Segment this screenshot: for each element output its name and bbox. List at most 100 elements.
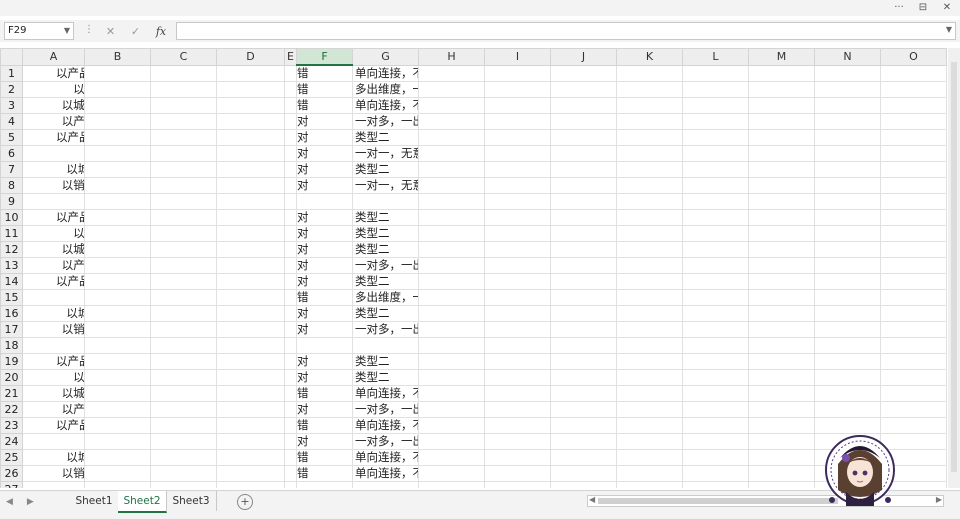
cell[interactable] <box>84 241 151 258</box>
sheet-tab-sheet2[interactable]: Sheet2 <box>118 491 167 513</box>
cell-result[interactable]: 对 <box>296 145 353 162</box>
cell[interactable] <box>550 81 617 98</box>
cell[interactable] <box>418 417 485 434</box>
next-sheet-icon[interactable]: ▶ <box>27 497 34 507</box>
column-header-o[interactable]: O <box>880 48 947 66</box>
cell[interactable] <box>84 289 151 306</box>
cell[interactable] <box>418 369 485 386</box>
cell[interactable] <box>814 145 881 162</box>
cell[interactable] <box>216 129 285 146</box>
cell[interactable] <box>880 417 947 434</box>
cell[interactable] <box>880 337 947 354</box>
cell[interactable] <box>484 417 551 434</box>
cell[interactable] <box>748 81 815 98</box>
cell[interactable] <box>418 433 485 450</box>
cell-note[interactable]: 类型二 <box>352 353 419 370</box>
row-header[interactable]: 13 <box>0 257 23 274</box>
row-header[interactable]: 3 <box>0 97 23 114</box>
cell[interactable] <box>748 129 815 146</box>
cell[interactable] <box>150 81 217 98</box>
cell[interactable] <box>616 241 683 258</box>
cell[interactable] <box>84 321 151 338</box>
cell[interactable] <box>484 385 551 402</box>
cell[interactable] <box>682 81 749 98</box>
cell-result[interactable]: 对 <box>296 177 353 194</box>
horizontal-scroll-thumb[interactable] <box>598 498 838 504</box>
cell-note[interactable]: 一对多，一出维度，多出度量 <box>352 113 419 130</box>
cell-description[interactable]: 以城市名为维度，对产品编号进行计数汇总 <box>22 241 85 258</box>
cell[interactable] <box>216 321 285 338</box>
cell-note[interactable]: 一对多，一出维度，多出度量 <box>352 433 419 450</box>
row-header[interactable]: 11 <box>0 225 23 242</box>
cell[interactable] <box>550 209 617 226</box>
cell[interactable] <box>550 321 617 338</box>
cell[interactable] <box>550 113 617 130</box>
cell[interactable] <box>216 305 285 322</box>
cell[interactable] <box>284 145 297 162</box>
cell[interactable] <box>484 64 551 82</box>
cell[interactable] <box>682 321 749 338</box>
cell[interactable] <box>216 449 285 466</box>
cell[interactable] <box>216 193 285 210</box>
cell-description[interactable]: 以销售阶段为维度，对第三方评级计数汇总 <box>22 177 85 194</box>
cell[interactable] <box>880 225 947 242</box>
cell-note[interactable]: 单向连接，不能跨表取 <box>352 449 419 466</box>
cell[interactable] <box>484 289 551 306</box>
row-header[interactable]: 15 <box>0 289 23 306</box>
row-header[interactable]: 5 <box>0 129 23 146</box>
cell-note[interactable] <box>352 481 419 488</box>
cell[interactable] <box>550 465 617 482</box>
column-header-j[interactable]: J <box>550 48 617 66</box>
cell-note[interactable]: 单向连接，不能跨表取 <box>352 385 419 402</box>
cell-result[interactable]: 错 <box>296 449 353 466</box>
cell[interactable] <box>682 465 749 482</box>
cell[interactable] <box>880 305 947 322</box>
cell-description[interactable]: 以所属行业为维度，求城市编号的行数 <box>22 81 85 98</box>
cell[interactable] <box>216 97 285 114</box>
cell[interactable] <box>418 225 485 242</box>
cell-note[interactable]: 类型二 <box>352 225 419 242</box>
row-header[interactable]: 16 <box>0 305 23 322</box>
cell-description[interactable]: 以产品系列为维度，对赢单率进行计数汇总 <box>22 401 85 418</box>
cell[interactable] <box>216 209 285 226</box>
cell[interactable] <box>616 225 683 242</box>
cell[interactable] <box>484 449 551 466</box>
cell[interactable] <box>814 321 881 338</box>
row-header[interactable]: 22 <box>0 401 23 418</box>
cell[interactable] <box>814 113 881 130</box>
cell[interactable] <box>814 193 881 210</box>
cell[interactable] <box>880 177 947 194</box>
cell-description[interactable]: 以产品系列为维度，对赢单率进行计数汇总 <box>22 257 85 274</box>
cell[interactable] <box>550 64 617 82</box>
cell[interactable] <box>418 401 485 418</box>
cell[interactable] <box>150 321 217 338</box>
cell[interactable] <box>550 305 617 322</box>
cell[interactable] <box>150 273 217 290</box>
cell-note[interactable]: 单向连接，不能跨表取 <box>352 97 419 114</box>
column-header-a[interactable]: A <box>22 48 85 66</box>
cell[interactable] <box>550 145 617 162</box>
cell[interactable] <box>616 97 683 114</box>
cell[interactable] <box>418 129 485 146</box>
cell[interactable] <box>216 241 285 258</box>
cell[interactable] <box>880 97 947 114</box>
cell[interactable] <box>682 113 749 130</box>
cell-result[interactable]: 对 <box>296 113 353 130</box>
cell[interactable] <box>84 401 151 418</box>
cell[interactable] <box>150 161 217 178</box>
cell[interactable] <box>616 193 683 210</box>
cell[interactable] <box>284 257 297 274</box>
vertical-scrollbar[interactable] <box>948 48 960 488</box>
cell[interactable] <box>418 113 485 130</box>
cell-note[interactable]: 单向连接，不能跨表取 <box>352 417 419 434</box>
row-header[interactable]: 2 <box>0 81 23 98</box>
cell[interactable] <box>216 433 285 450</box>
cell[interactable] <box>484 145 551 162</box>
cell-note[interactable] <box>352 337 419 354</box>
cell[interactable] <box>748 145 815 162</box>
cell[interactable] <box>880 257 947 274</box>
sheet-tab-sheet3[interactable]: Sheet3 <box>166 491 217 511</box>
cell[interactable] <box>150 449 217 466</box>
cell[interactable] <box>284 353 297 370</box>
cell[interactable] <box>484 321 551 338</box>
